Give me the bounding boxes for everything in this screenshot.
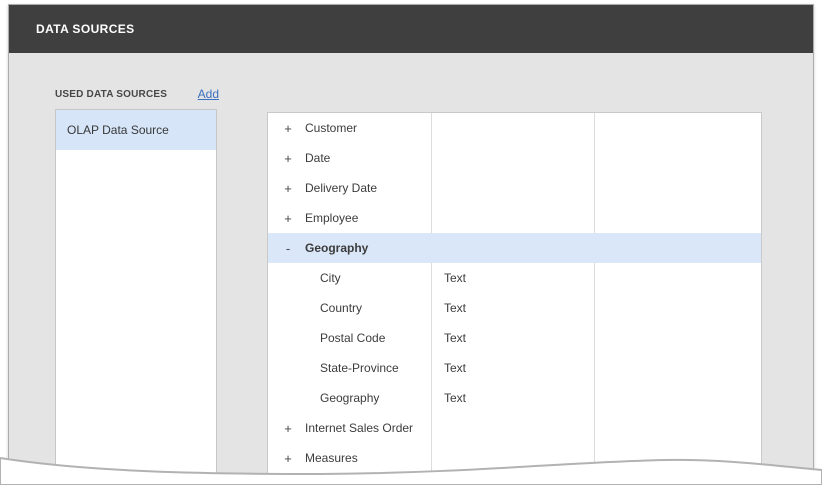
tree-row-label: Geography (305, 241, 368, 255)
expand-icon[interactable]: + (280, 143, 296, 173)
field-type-cell: Text (444, 383, 466, 413)
expand-icon[interactable]: + (280, 203, 296, 233)
tree-row-label: State-Province (320, 361, 399, 375)
tree-row-date[interactable]: + Date (268, 143, 761, 173)
expand-icon[interactable]: + (280, 113, 296, 143)
panel-title: DATA SOURCES (9, 22, 135, 36)
field-tree-table: +Customer+Date+Delivery Date+Employee-Ge… (267, 112, 762, 478)
tree-row-label: Internet Sales Order (305, 421, 413, 435)
expand-icon[interactable]: + (280, 413, 296, 443)
tree-row-postal-code[interactable]: Postal Code Text (268, 323, 761, 353)
tree-row-label: Customer (305, 121, 357, 135)
tree-row-city[interactable]: City Text (268, 263, 761, 293)
tree-row-internet-sales-order[interactable]: + Internet Sales Order (268, 413, 761, 443)
tree-row-label: Date (305, 151, 330, 165)
tree-row-measures[interactable]: + Measures (268, 443, 761, 473)
used-sources-header: USED DATA SOURCES Add (55, 89, 219, 100)
field-type-cell: Text (444, 323, 466, 353)
data-source-list: OLAP Data Source (55, 109, 217, 477)
tree-row-label: Measures (305, 451, 358, 465)
collapse-icon[interactable]: - (280, 233, 296, 263)
expand-icon[interactable]: + (280, 443, 296, 473)
tree-row-label: Country (320, 301, 362, 315)
field-type-cell: Text (444, 293, 466, 323)
tree-row-state-province[interactable]: State-Province Text (268, 353, 761, 383)
add-data-source-link[interactable]: Add (198, 89, 219, 100)
tree-row-customer[interactable]: + Customer (268, 113, 761, 143)
tree-row-label: Geography (320, 391, 379, 405)
tree-row-delivery-date[interactable]: + Delivery Date (268, 173, 761, 203)
tree-row-label: City (320, 271, 341, 285)
tree-row-country[interactable]: Country Text (268, 293, 761, 323)
tree-row-employee[interactable]: + Employee (268, 203, 761, 233)
field-type-cell: Text (444, 353, 466, 383)
data-source-item[interactable]: OLAP Data Source (56, 110, 216, 150)
data-sources-panel: DATA SOURCES USED DATA SOURCES Add OLAP … (8, 4, 814, 478)
tree-row-label: Employee (305, 211, 358, 225)
tree-row-geography[interactable]: Geography Text (268, 383, 761, 413)
field-type-cell: Text (444, 263, 466, 293)
expand-icon[interactable]: + (280, 173, 296, 203)
tree-row-label: Delivery Date (305, 181, 377, 195)
screenshot-canvas: DATA SOURCES USED DATA SOURCES Add OLAP … (0, 0, 822, 485)
used-data-sources-label: USED DATA SOURCES (55, 89, 167, 100)
tree-row-geography[interactable]: -Geography (268, 233, 761, 263)
tree-row-label: Postal Code (320, 331, 385, 345)
panel-header: DATA SOURCES (9, 5, 813, 53)
